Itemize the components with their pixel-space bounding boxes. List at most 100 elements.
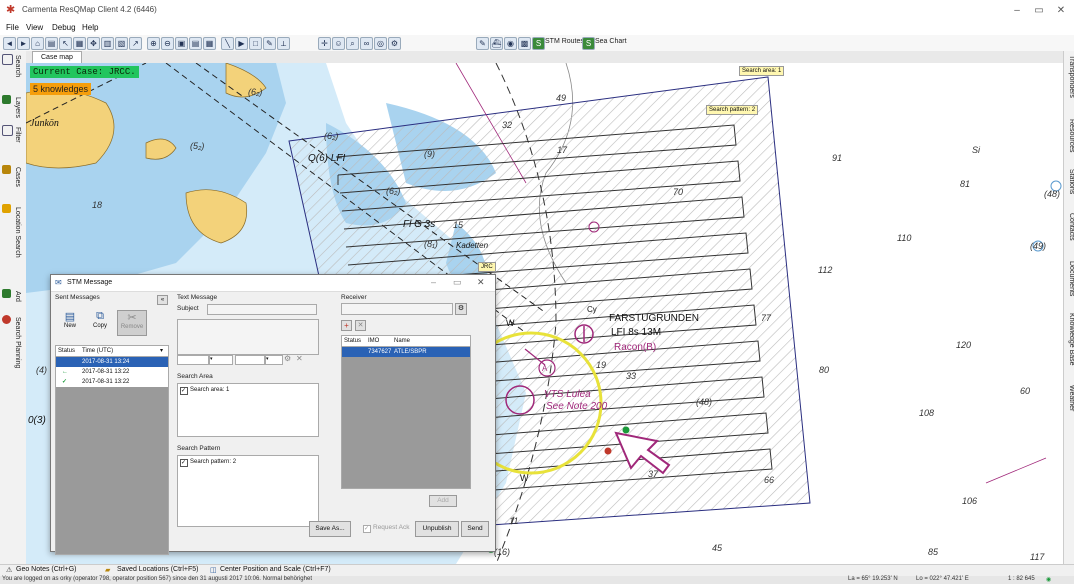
chart-icon[interactable]: ▧ [115,37,128,50]
zoom-out-icon[interactable]: ⊖ [161,37,174,50]
zoom-in-icon[interactable]: ⊕ [147,37,160,50]
search-area-item[interactable]: ✓ Search area: 1 [180,385,229,395]
receiver-search-field[interactable] [341,303,453,315]
search-pattern-tag[interactable]: Search pattern: 2 [706,105,759,115]
send-button[interactable]: Send [461,521,489,537]
add-button[interactable]: Add [429,495,457,507]
menu-debug[interactable]: Debug [52,23,76,32]
search-area-list[interactable]: ✓ Search area: 1 [177,383,319,437]
geo-notes-tab[interactable]: Geo Notes (Ctrl+G) [16,566,77,573]
table-row[interactable]: 7347627 ATLE/SBPR [342,347,470,357]
layers-icon[interactable]: ▤ [45,37,58,50]
search-pattern-list[interactable]: ✓ Search pattern: 2 [177,455,319,527]
new-button[interactable]: ▤ New [57,310,83,334]
ship-icon[interactable]: ⛴ [490,37,503,50]
menu-help[interactable]: Help [82,23,98,32]
search-area-checkbox[interactable]: ✓ [180,387,188,395]
saved-locations-tab[interactable]: Saved Locations (Ctrl+F5) [117,566,199,573]
dialog-minimize-icon[interactable]: – [431,277,436,287]
remove-button[interactable]: ✂ Remove [117,310,147,336]
list-item[interactable]: ← 2017-08-31 13:22 [56,367,168,377]
tab-case-map[interactable]: Case map [32,51,82,63]
draw-line-icon[interactable]: ╲ [221,37,234,50]
message-body-field[interactable] [177,319,319,355]
center-position-tab[interactable]: Center Position and Scale (Ctrl+F7) [220,566,331,573]
tab-stations[interactable]: Stations [1065,169,1074,194]
tab-filter[interactable]: Filter [11,127,21,143]
fit-icon[interactable]: ▣ [175,37,188,50]
receiver-lookup-button[interactable]: ⚙ [455,303,467,315]
rectangle-tool-icon[interactable]: □ [249,37,262,50]
select-icon[interactable]: ↖ [59,37,72,50]
gear-icon[interactable]: ⚙ [388,37,401,50]
sent-messages-list[interactable]: Status Time (UTC) ▾ 2017-08-31 13:24 ← 2… [55,345,169,555]
tab-location-search[interactable]: Location Search [11,207,21,258]
tab-transponders[interactable]: Transponders [1065,55,1074,98]
arrow-tool-icon[interactable]: ▶ [235,37,248,50]
request-ack-checkbox[interactable]: ✓ Request Ack [363,524,410,533]
measure-icon[interactable]: ⟂ [277,37,290,50]
grid-icon[interactable]: ▦ [73,37,86,50]
scale-readout[interactable]: 1 : 82 645 [1008,576,1035,582]
size-select[interactable]: ▾ [209,355,233,365]
pencil-icon[interactable]: ✎ [263,37,276,50]
sea-chart-icon[interactable]: S [582,37,595,50]
stm-routes-icon[interactable]: S [532,37,545,50]
tab-ard[interactable]: Ard [11,291,21,302]
tab-resources[interactable]: Resources [1065,119,1074,152]
add-receiver-icon[interactable]: + [341,320,352,331]
jrc-tag[interactable]: JRC [478,262,496,272]
tab-knowledge-base[interactable]: Knowledge Base [1065,313,1074,366]
collapse-button[interactable]: « [157,295,168,305]
globe-icon[interactable]: ◉ [504,37,517,50]
save-as-button[interactable]: Save As... [309,521,351,537]
remove-receiver-icon[interactable]: ✕ [355,320,366,331]
font-select[interactable] [177,355,209,365]
request-ack-box[interactable]: ✓ [363,525,371,533]
settings-icon[interactable]: ⚙ [284,354,291,363]
maximize-button[interactable]: ▭ [1028,4,1050,18]
position-icon[interactable]: ✛ [318,37,331,50]
tab-weather[interactable]: Weather [1065,385,1074,411]
subject-field[interactable] [207,304,317,315]
copy-button[interactable]: ⧉ Copy [87,310,113,334]
pointer-icon[interactable]: ↗ [129,37,142,50]
tab-cases[interactable]: Cases [11,167,21,187]
layout-icon[interactable]: ▤ [189,37,202,50]
search-pattern-item[interactable]: ✓ Search pattern: 2 [180,457,236,467]
style-select[interactable] [235,355,265,365]
image-icon[interactable]: ▩ [518,37,531,50]
forward-icon[interactable]: ► [17,37,30,50]
person-search-icon[interactable]: ☺ [332,37,345,50]
pan-icon[interactable]: ✥ [87,37,100,50]
sea-chart-button[interactable]: Sea Chart [595,38,627,45]
tab-search-planning[interactable]: Search Planning [11,317,21,368]
target-icon[interactable]: ◎ [374,37,387,50]
dialog-close-icon[interactable]: ✕ [477,277,485,288]
draw-icon[interactable]: ✎ [476,37,489,50]
list-item[interactable]: ✓ 2017-08-31 13:22 [56,377,168,387]
close-button[interactable]: ✕ [1050,4,1072,18]
tab-documents[interactable]: Documents [1065,261,1074,296]
receiver-list[interactable]: Status IMO Name 7347627 ATLE/SBPR [341,335,471,489]
search-area-tag[interactable]: Search area: 1 [739,66,785,76]
color-select[interactable]: ▾ [265,355,283,365]
dialog-maximize-icon[interactable]: ▭ [453,277,462,288]
home-icon[interactable]: ⌂ [31,37,44,50]
knowledges-label[interactable]: 5 knowledges [30,83,92,95]
search-pattern-checkbox[interactable]: ✓ [180,459,188,467]
clear-icon[interactable]: ✕ [296,354,303,363]
tab-search[interactable]: Search [11,55,21,77]
menu-view[interactable]: View [26,23,43,32]
back-icon[interactable]: ◄ [3,37,16,50]
menu-file[interactable]: File [6,23,19,32]
list-item[interactable]: 2017-08-31 13:24 [56,357,168,367]
tab-layers[interactable]: Layers [11,97,21,118]
map-view-icon[interactable]: ▦ [203,37,216,50]
binoculars-icon[interactable]: ∞ [360,37,373,50]
minimize-button[interactable]: – [1006,4,1028,18]
table-icon[interactable]: ▥ [101,37,114,50]
tab-contacts[interactable]: Contacts [1065,213,1074,241]
sort-chevron-icon[interactable]: ▾ [160,346,163,356]
unpublish-button[interactable]: Unpublish [415,521,459,537]
